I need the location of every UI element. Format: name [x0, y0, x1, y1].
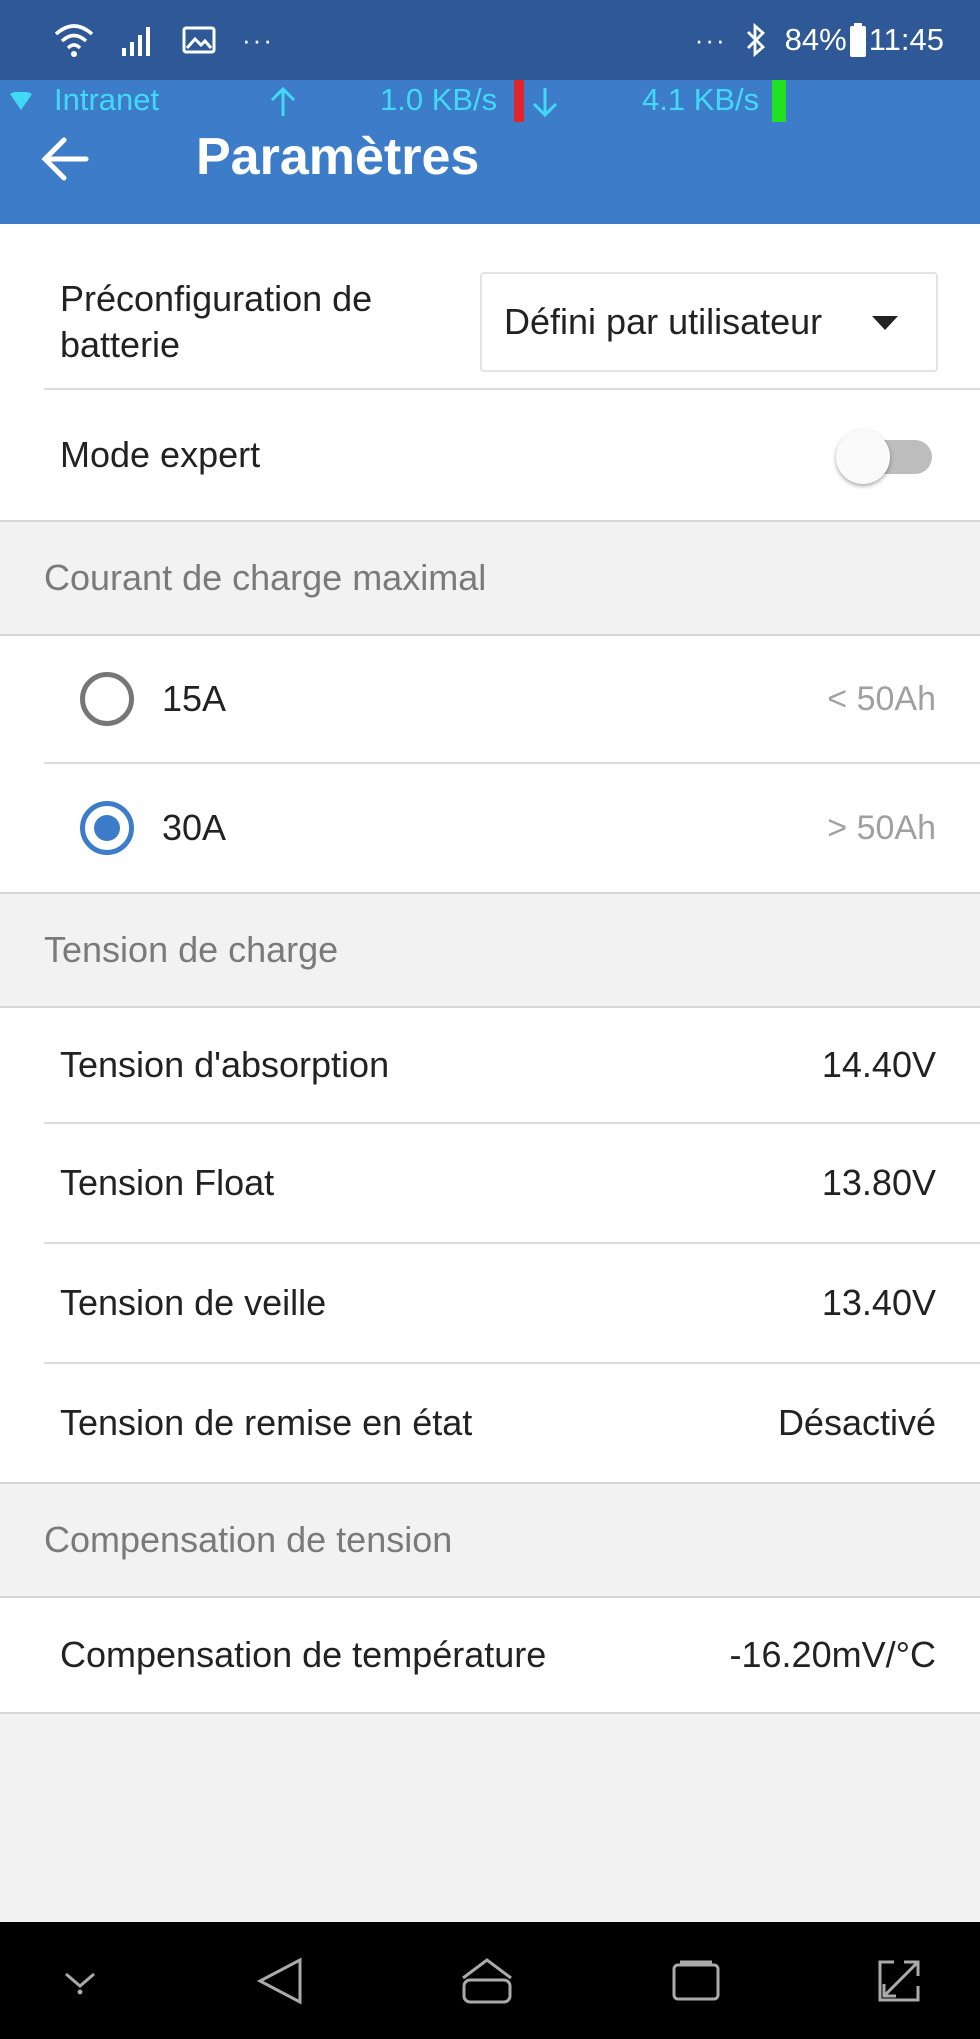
voltage-compensation-card: Compensation de température -16.20mV/°C	[0, 1598, 980, 1712]
download-marker	[772, 80, 786, 122]
expand-icon[interactable]	[876, 1958, 922, 2004]
settings-content: Préconfiguration de batterie Défini par …	[0, 224, 980, 1714]
caret-down-icon	[872, 316, 898, 330]
equalization-voltage-label: Tension de remise en état	[60, 1402, 473, 1443]
status-bar: ··· ··· 84% 11:45	[0, 0, 980, 80]
equalization-voltage-value: Désactivé	[777, 1402, 936, 1443]
absorption-voltage-label: Tension d'absorption	[60, 1044, 390, 1085]
clock: 11:45	[868, 22, 944, 57]
battery-preset-label: Préconfiguration de batterie	[60, 278, 373, 365]
expert-mode-label: Mode expert	[60, 434, 261, 475]
network-speed-overlay: Intranet 1.0 KB/s 4.1 KB/s	[0, 80, 980, 122]
page-title: Paramètres	[196, 128, 480, 186]
float-voltage-value: 13.80V	[821, 1162, 936, 1203]
section-divider	[0, 1712, 980, 1714]
back-triangle-icon[interactable]	[256, 1956, 304, 2006]
download-arrow-icon	[532, 88, 558, 118]
home-icon[interactable]	[459, 1956, 515, 2006]
image-icon	[182, 26, 216, 54]
battery-settings-card: Préconfiguration de batterie Défini par …	[0, 224, 980, 520]
bluetooth-icon	[746, 23, 765, 57]
upload-speed: 1.0 KB/s	[380, 82, 498, 117]
current-option-30a[interactable]: 30A > 50Ah	[0, 764, 980, 892]
absorption-voltage-row[interactable]: Tension d'absorption 14.40V	[0, 1008, 980, 1122]
storage-voltage-row[interactable]: Tension de veille 13.40V	[0, 1244, 980, 1362]
status-more-dots-right: ···	[694, 24, 727, 55]
radio-button-checked[interactable]	[80, 801, 134, 855]
toggle-thumb	[836, 430, 890, 484]
signal-icon	[122, 27, 150, 56]
app-bar: Intranet 1.0 KB/s 4.1 KB/s Paramètres	[0, 80, 980, 224]
storage-voltage-value: 13.40V	[821, 1282, 936, 1323]
network-name: Intranet	[54, 82, 160, 117]
radio-option-left: 15A	[80, 672, 226, 726]
absorption-voltage-value: 14.40V	[821, 1044, 936, 1085]
battery-preset-row: Préconfiguration de batterie Défini par …	[0, 224, 980, 388]
upload-marker	[514, 80, 524, 122]
temperature-compensation-row[interactable]: Compensation de température -16.20mV/°C	[0, 1598, 980, 1712]
network-wifi-icon	[10, 92, 32, 110]
current-option-hint: > 50Ah	[827, 808, 936, 847]
battery-preset-dropdown[interactable]: Défini par utilisateur	[480, 272, 938, 372]
recent-apps-icon[interactable]	[671, 1959, 721, 2003]
storage-voltage-label: Tension de veille	[60, 1282, 327, 1323]
float-voltage-row[interactable]: Tension Float 13.80V	[0, 1124, 980, 1242]
radio-option-left: 30A	[80, 801, 226, 855]
charge-voltage-card: Tension d'absorption 14.40V Tension Floa…	[0, 1008, 980, 1482]
temperature-compensation-label: Compensation de température	[60, 1634, 547, 1675]
battery-percent: 84%	[784, 22, 847, 57]
temperature-compensation-value: -16.20mV/°C	[729, 1634, 936, 1675]
battery-icon	[849, 23, 866, 57]
download-speed: 4.1 KB/s	[642, 82, 760, 117]
upload-arrow-icon	[270, 86, 296, 116]
expert-mode-toggle[interactable]	[836, 428, 936, 484]
max-charge-current-header: Courant de charge maximal	[0, 522, 980, 634]
voltage-compensation-header: Compensation de tension	[0, 1484, 980, 1596]
hide-nav-chevron-icon[interactable]	[60, 1966, 100, 1996]
back-arrow-icon[interactable]	[40, 136, 90, 182]
radio-button-unchecked[interactable]	[80, 672, 134, 726]
float-voltage-label: Tension Float	[60, 1162, 275, 1203]
charge-voltage-header: Tension de charge	[0, 894, 980, 1006]
wifi-icon	[54, 24, 94, 57]
current-option-hint: < 50Ah	[827, 679, 936, 718]
current-option-15a[interactable]: 15A < 50Ah	[0, 636, 980, 762]
expert-mode-row: Mode expert	[0, 390, 980, 520]
max-charge-current-card: 15A < 50Ah 30A > 50Ah	[0, 636, 980, 892]
current-option-label: 15A	[162, 678, 227, 719]
battery-preset-value: Défini par utilisateur	[504, 301, 823, 342]
system-nav-bar	[0, 1922, 980, 2039]
current-option-label: 30A	[162, 807, 227, 848]
status-more-dots: ···	[242, 24, 274, 55]
status-right: ··· 84% 11:45	[695, 22, 944, 58]
status-left: ···	[54, 22, 274, 58]
equalization-voltage-row[interactable]: Tension de remise en état Désactivé	[0, 1364, 980, 1482]
